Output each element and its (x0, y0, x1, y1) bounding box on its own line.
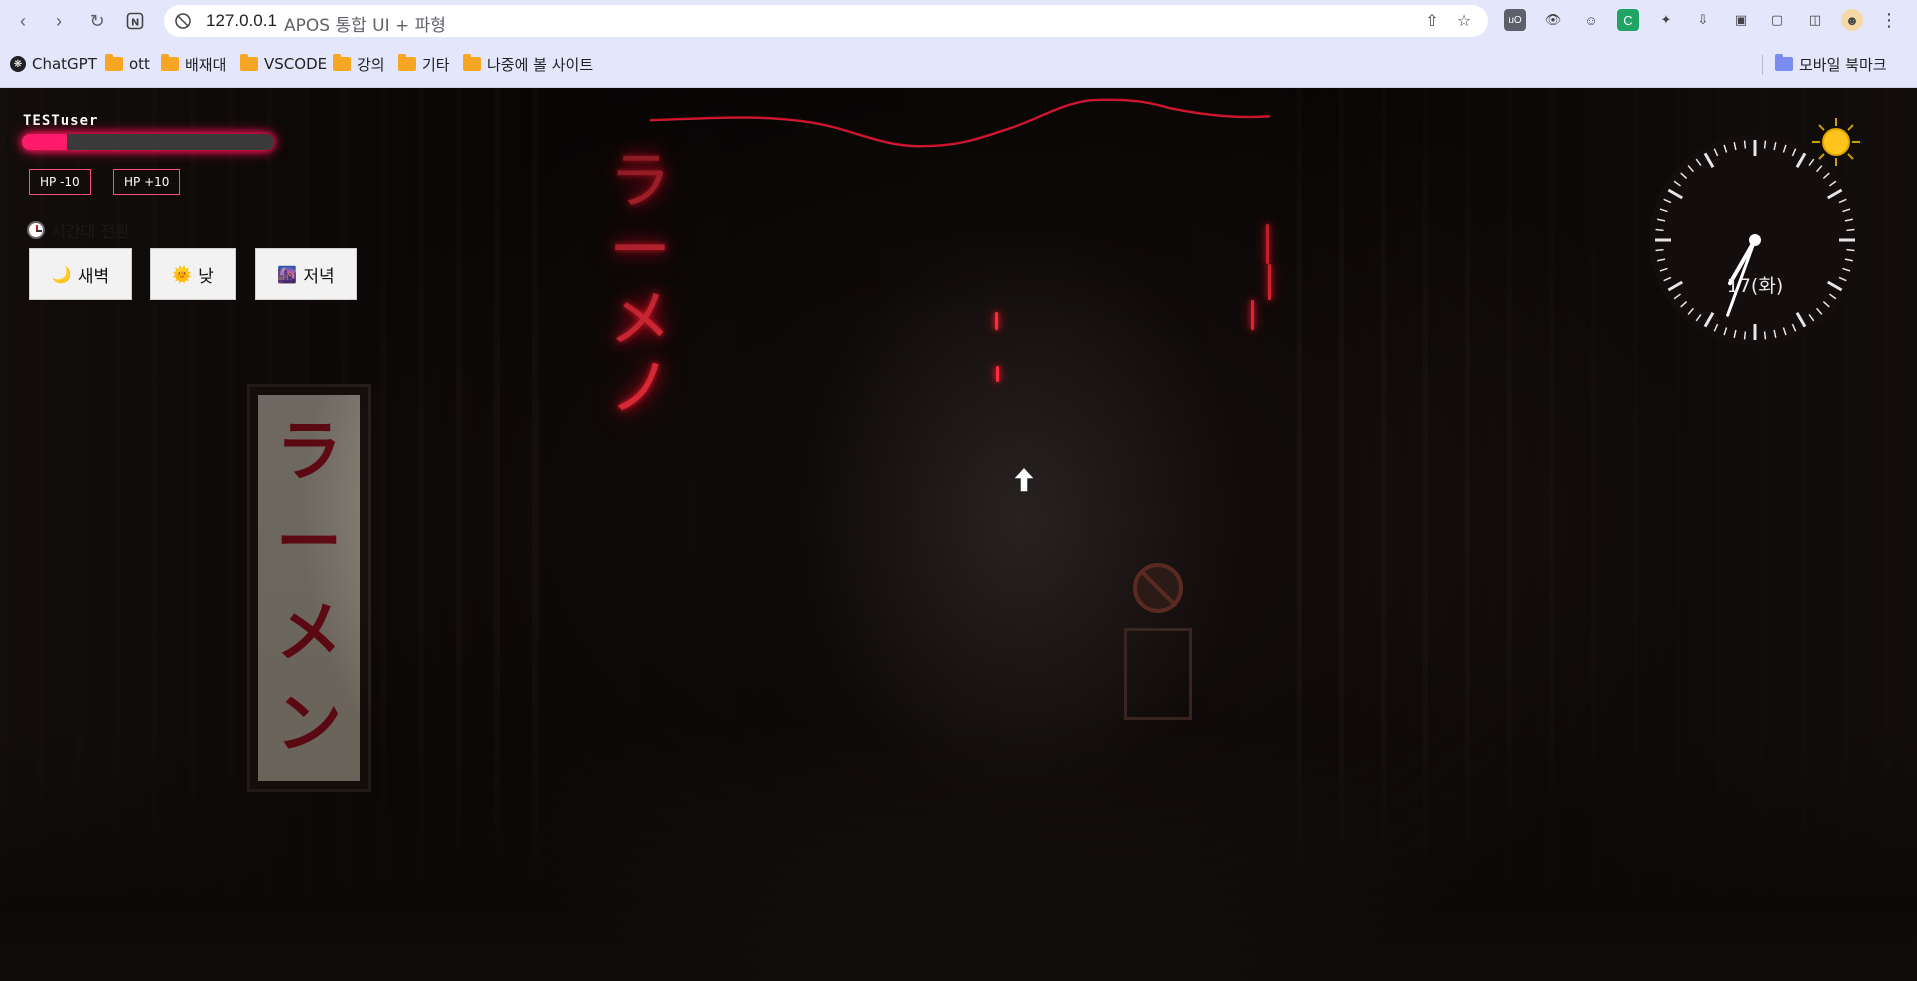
folder-icon (105, 54, 123, 71)
username-label: TESTuser (23, 113, 99, 129)
extensions-puzzle-icon[interactable]: ✦ (1655, 9, 1677, 31)
bookmarks-divider (1762, 55, 1763, 75)
back-icon[interactable]: ‹ (10, 8, 36, 34)
folder-icon (1775, 54, 1793, 71)
vignette (0, 88, 1917, 981)
clock-icon (27, 221, 45, 239)
clock-tick (1655, 248, 1664, 252)
folder-icon (398, 54, 416, 71)
moon-icon: 🌙 (51, 264, 72, 284)
address-bar[interactable]: 127.0.0.1 APOS 통합 UI + 파형 ⇧ ☆ (164, 5, 1488, 37)
clock-tick (1846, 228, 1855, 232)
menu-kebab-icon[interactable]: ⋮ (1878, 9, 1900, 31)
mask-extension-icon[interactable]: ☺ (1580, 9, 1602, 31)
clock-date-label: 17(화) (1727, 275, 1783, 297)
video-icon[interactable]: ▣ (1730, 9, 1752, 31)
clock-tick (1655, 228, 1664, 232)
notion-icon[interactable]: N (122, 8, 148, 34)
cityscape-icon: 🌆 (277, 264, 298, 284)
eye-extension-icon[interactable]: 👁 (1542, 9, 1564, 31)
bookmark-later[interactable]: 나중에 볼 사이트 (463, 53, 593, 75)
folder-icon (240, 54, 258, 71)
bookmark-ott[interactable]: ott (105, 53, 150, 75)
sun-icon (1812, 118, 1860, 166)
clock-tick (1846, 248, 1855, 252)
bookmark-baejae[interactable]: 배재대 (161, 53, 226, 75)
mouse-cursor-icon (1011, 466, 1037, 493)
hp-bar (22, 134, 274, 150)
clock-tick (1743, 331, 1747, 340)
time-switch-header: 시간대 전환 (27, 218, 130, 242)
screenshot-icon[interactable]: ▢ (1766, 9, 1788, 31)
forward-icon[interactable]: › (46, 8, 72, 34)
folder-icon (333, 54, 351, 71)
hp-fill (22, 134, 68, 150)
clock-tick (1763, 140, 1767, 149)
url-host: 127.0.0.1 (206, 11, 277, 30)
day-button[interactable]: 🌞 낮 (150, 248, 236, 300)
hp-plus-button[interactable]: HP +10 (113, 169, 181, 195)
page-title: APOS 통합 UI + 파형 (284, 16, 446, 36)
dawn-button[interactable]: 🌙 새벽 (29, 248, 132, 300)
reload-icon[interactable]: ↻ (84, 8, 110, 34)
download-icon[interactable]: ⇩ (1692, 9, 1714, 31)
time-switch-title: 시간대 전환 (51, 222, 130, 241)
folder-icon (161, 54, 179, 71)
bookmarks-bar: ❋ ChatGPT ott 배재대 VSCODE 강의 기타 나중에 볼 사이트… (0, 42, 1917, 88)
share-icon[interactable]: ⇧ (1422, 11, 1442, 31)
bookmark-lecture[interactable]: 강의 (333, 53, 385, 75)
bookmark-vscode[interactable]: VSCODE (240, 53, 327, 75)
bookmark-star-icon[interactable]: ☆ (1454, 11, 1474, 31)
game-scene[interactable]: ラ ー メ ン ラ ー メ ノ (0, 88, 1917, 981)
evening-button[interactable]: 🌆 저녁 (255, 248, 357, 300)
avatar[interactable]: ☻ (1841, 9, 1863, 31)
clock-tick (1743, 140, 1747, 149)
folder-icon (463, 54, 481, 71)
not-secure-icon[interactable] (174, 12, 192, 30)
bookmark-chatgpt[interactable]: ❋ ChatGPT (10, 53, 97, 75)
sidepanel-icon[interactable]: ◫ (1804, 9, 1826, 31)
chatgpt-icon: ❋ (10, 56, 26, 72)
bookmark-mobile[interactable]: 모바일 북마크 (1775, 53, 1887, 75)
browser-toolbar: ‹ › ↻ N 127.0.0.1 APOS 통합 UI + 파형 ⇧ ☆ uO… (0, 0, 1917, 42)
ublock-extension-icon[interactable]: uO (1504, 9, 1526, 31)
hp-minus-button[interactable]: HP -10 (29, 169, 91, 195)
green-extension-icon[interactable]: C (1617, 9, 1639, 31)
clock-tick (1763, 331, 1767, 340)
bookmark-etc[interactable]: 기타 (398, 53, 450, 75)
svg-text:N: N (131, 18, 139, 29)
audio-waveform (650, 98, 1270, 148)
sun-icon: 🌞 (172, 264, 193, 284)
